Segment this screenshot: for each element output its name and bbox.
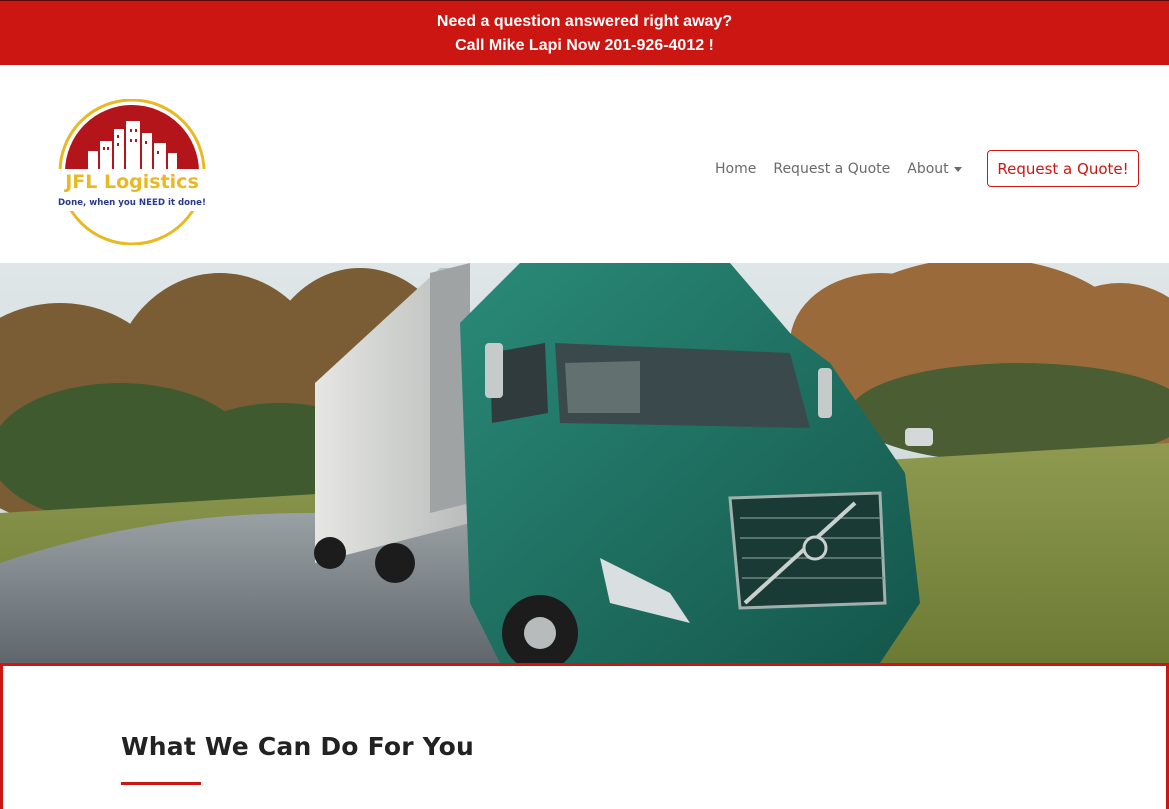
logo[interactable]: JFL Logistics Done, when you NEED it don… xyxy=(52,98,212,246)
announcement-phone-line[interactable]: Call Mike Lapi Now 201-926-4012 ! xyxy=(0,34,1169,58)
nav-about-label: About xyxy=(907,161,949,177)
logo-graphic: JFL Logistics Done, when you NEED it don… xyxy=(58,98,206,246)
nav-request-quote[interactable]: Request a Quote xyxy=(773,161,890,177)
logo-name: JFL Logistics xyxy=(63,171,199,193)
services-heading: What We Can Do For You xyxy=(121,732,475,761)
site-header: JFL Logistics Done, when you NEED it don… xyxy=(0,65,1169,263)
nav-home[interactable]: Home xyxy=(715,161,756,177)
heading-underline xyxy=(121,782,201,785)
nav-about-dropdown[interactable]: About xyxy=(907,161,962,177)
request-quote-button[interactable]: Request a Quote! xyxy=(987,150,1139,187)
announcement-bar: Need a question answered right away? Cal… xyxy=(0,0,1169,65)
announcement-line-1: Need a question answered right away? xyxy=(436,13,733,30)
logo-tagline: Done, when you NEED it done! xyxy=(58,198,206,208)
services-section: What We Can Do For You xyxy=(0,663,1169,809)
hero-image xyxy=(0,263,1169,663)
main-nav: Home Request a Quote About xyxy=(715,157,979,181)
caret-down-icon xyxy=(953,166,962,172)
hero-truck-illustration xyxy=(0,263,1169,663)
